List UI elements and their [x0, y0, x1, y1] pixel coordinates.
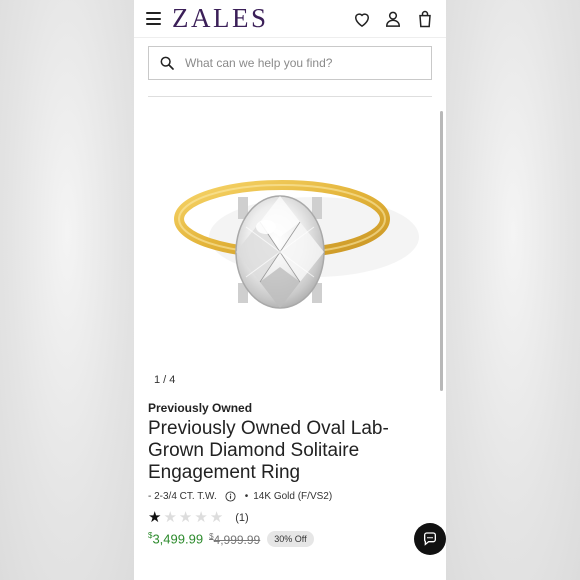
- chat-button[interactable]: [414, 523, 446, 555]
- heart-icon[interactable]: [352, 9, 372, 29]
- star-rating[interactable]: ★ ★ ★ ★ ★ (1): [148, 510, 432, 525]
- review-count[interactable]: (1): [235, 512, 248, 524]
- chat-icon: [423, 532, 436, 546]
- price-row: $3,499.99 $4,999.99 30% Off: [148, 531, 432, 547]
- ring-image: [174, 180, 419, 309]
- product-gallery[interactable]: 1 / 4: [134, 97, 446, 391]
- product-condition: Previously Owned: [148, 401, 253, 415]
- info-icon[interactable]: [225, 491, 236, 502]
- star-empty-icon: ★: [163, 509, 177, 526]
- sale-price: $3,499.99: [148, 531, 204, 547]
- search-box[interactable]: [148, 46, 432, 80]
- menu-icon[interactable]: [146, 12, 161, 25]
- search-input[interactable]: [185, 56, 415, 70]
- carat-weight: - 2-3/4 CT. T.W.: [148, 491, 217, 502]
- star-empty-icon: ★: [209, 509, 224, 526]
- site-header: ZALES: [134, 0, 446, 38]
- star-empty-icon: ★: [178, 509, 193, 526]
- gallery-counter: 1 / 4: [154, 374, 176, 386]
- discount-badge: 30% Off: [267, 531, 314, 547]
- mobile-page: ZALES What can we help you find? 1 / 4 P…: [134, 0, 446, 580]
- bag-icon[interactable]: [415, 9, 435, 29]
- product-specs: - 2-3/4 CT. T.W. • 14K Gold (F/VS2): [148, 491, 432, 502]
- product-title: Previously Owned Oval Lab-Grown Diamond …: [148, 418, 389, 483]
- star-filled-icon: ★: [148, 509, 162, 526]
- scrollbar[interactable]: [440, 111, 443, 391]
- original-price: $4,999.99: [209, 531, 261, 547]
- spec-separator: •: [244, 491, 249, 502]
- background-left: [0, 0, 134, 580]
- metal-spec: 14K Gold (F/VS2): [253, 491, 333, 502]
- zales-logo[interactable]: ZALES: [172, 3, 269, 34]
- star-empty-icon: ★: [194, 509, 208, 526]
- background-right: [446, 0, 580, 580]
- search-icon[interactable]: [159, 55, 175, 71]
- product-info: Previously Owned Previously Owned Oval L…: [134, 387, 446, 547]
- user-icon[interactable]: [383, 9, 403, 29]
